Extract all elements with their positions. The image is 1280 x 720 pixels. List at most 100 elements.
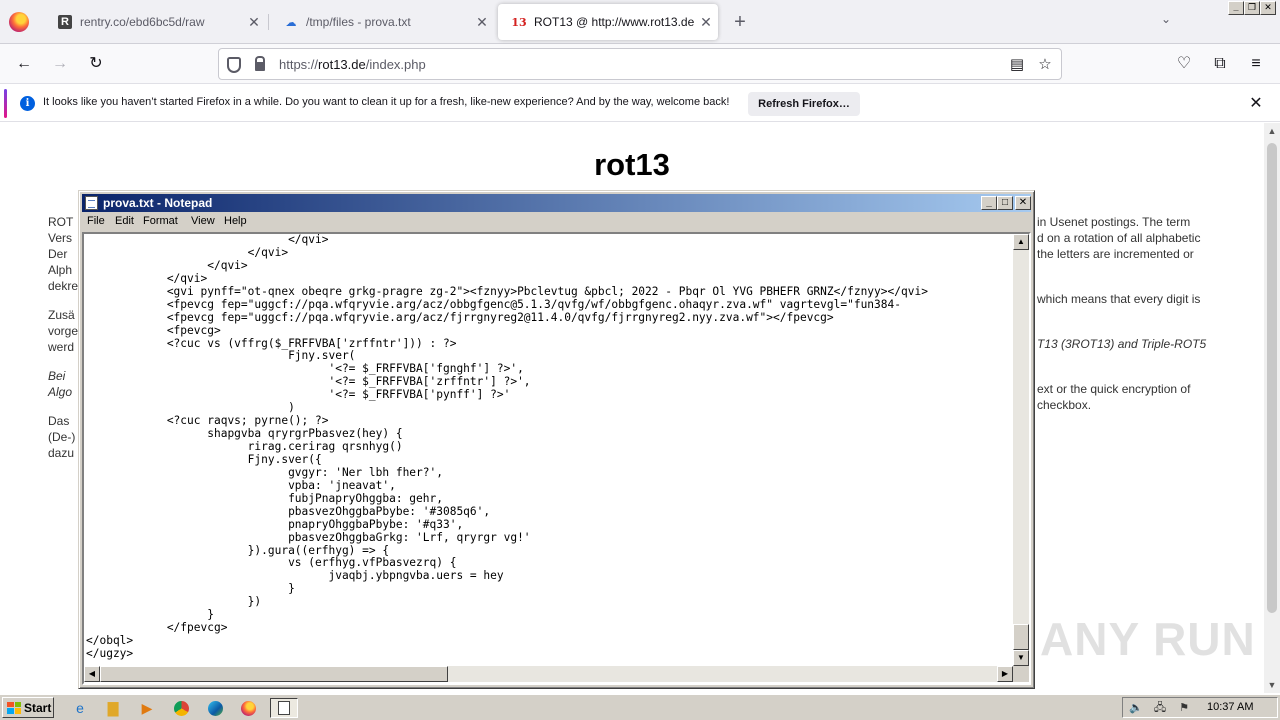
edge-icon[interactable] <box>205 698 225 718</box>
notepad-line[interactable]: <fpevcg> <box>86 324 1014 338</box>
notepad-line[interactable]: </ugzy> <box>86 647 1014 661</box>
notepad-line[interactable]: <fpevcg fep="uggcf://pqa.wfqryvie.arg/ac… <box>86 311 1014 325</box>
scroll-up-arrow-icon[interactable]: ▲ <box>1013 234 1029 250</box>
notepad-line[interactable]: }) <box>86 595 1014 609</box>
back-arrow-icon[interactable]: ← <box>12 52 36 76</box>
url-bar[interactable]: https://rot13.de/index.php ▤ ☆ <box>218 48 1062 80</box>
hamburger-menu-icon[interactable]: ≡ <box>1244 52 1268 76</box>
body-fragment: which means that every digit is <box>1037 292 1201 306</box>
window-restore-button[interactable]: ❐ <box>1244 1 1260 15</box>
navigation-toolbar: ← → ↻ https://rot13.de/index.php ▤ ☆ ♡ ⧉… <box>0 44 1280 84</box>
firefox-icon[interactable] <box>238 698 258 718</box>
pocket-icon[interactable]: ♡ <box>1172 52 1196 76</box>
scroll-up-arrow-icon[interactable]: ▲ <box>1264 123 1280 139</box>
chrome-icon[interactable] <box>171 698 191 718</box>
page-scrollbar[interactable]: ▲ ▼ <box>1264 123 1280 693</box>
menu-help[interactable]: Help <box>224 215 247 227</box>
notepad-icon <box>85 196 98 210</box>
close-icon[interactable]: ✕ <box>1246 94 1266 114</box>
reader-view-icon[interactable]: ▤ <box>1007 55 1027 75</box>
notepad-line[interactable]: </qvi> <box>86 246 1014 260</box>
resize-grip-icon[interactable] <box>1013 666 1029 682</box>
notepad-line[interactable]: <fpevcg fep="uggcf://pqa.wfqryvie.arg/ac… <box>86 298 1014 312</box>
menu-file[interactable]: File <box>87 215 105 227</box>
notepad-line[interactable]: fubjPnapryOhggba: gehr, <box>86 492 1014 506</box>
scroll-right-arrow-icon[interactable]: ▶ <box>997 666 1013 682</box>
body-fragment: (De-) <box>48 430 76 444</box>
file-explorer-folder-icon[interactable]: ▇ <box>103 698 123 718</box>
notepad-line[interactable]: </qvi> <box>86 234 1014 247</box>
media-player-icon[interactable]: ▶ <box>137 698 157 718</box>
notepad-line[interactable]: rirag.cerirag qrsnhyg() <box>86 440 1014 454</box>
reload-icon[interactable]: ↻ <box>84 52 108 76</box>
clock[interactable]: 10:37 AM <box>1207 701 1253 713</box>
new-tab-button[interactable]: + <box>728 10 752 34</box>
body-fragment: Zusä <box>48 308 75 322</box>
menu-edit[interactable]: Edit <box>115 215 134 227</box>
notepad-line[interactable]: </fpevcg> <box>86 621 1014 635</box>
refresh-firefox-button[interactable]: Refresh Firefox… <box>748 92 860 116</box>
notepad-taskbar-button[interactable] <box>270 698 298 718</box>
notepad-vertical-scrollbar[interactable]: ▲ ▼ <box>1013 234 1029 666</box>
notepad-line[interactable]: </qvi> <box>86 259 1014 273</box>
tracking-protection-shield-icon[interactable] <box>227 57 241 73</box>
notepad-line[interactable]: pbasvezOhggbaPbybe: '#3085q6', <box>86 505 1014 519</box>
close-button[interactable]: ✕ <box>1015 196 1031 210</box>
notepad-line[interactable]: Fjny.sver({ <box>86 453 1014 467</box>
list-all-tabs-chevron-icon[interactable]: ⌄ <box>1156 12 1176 32</box>
forward-arrow-icon[interactable]: → <box>48 52 72 76</box>
notepad-horizontal-scrollbar[interactable]: ◀ ▶ <box>84 666 1013 682</box>
close-tab-icon[interactable]: ✕ <box>694 14 718 31</box>
extensions-puzzle-icon[interactable]: ⧉ <box>1208 52 1232 76</box>
lock-icon[interactable] <box>255 56 265 71</box>
scroll-down-arrow-icon[interactable]: ▼ <box>1013 650 1029 666</box>
firefox-logo-icon[interactable] <box>9 12 29 32</box>
menu-format[interactable]: Format <box>143 215 178 227</box>
anyrun-watermark: ANY RUN <box>1040 613 1256 665</box>
notepad-text[interactable]: </qvi> </qvi> </qvi> </qvi> <gvi pynff="… <box>86 234 1014 666</box>
tab-strip: R rentry.co/ebd6bc5d/raw ✕ ☁ /tmp/files … <box>0 0 1280 44</box>
vertical-scroll-thumb[interactable] <box>1013 624 1029 650</box>
minimize-button[interactable]: _ <box>981 196 997 210</box>
notepad-line[interactable]: <gvi pynff="ot-qnex obeqre grkg-pragre z… <box>86 285 1014 299</box>
window-minimize-button[interactable]: _ <box>1228 1 1244 15</box>
volume-icon[interactable]: 🔈 <box>1129 701 1143 715</box>
close-tab-icon[interactable]: ✕ <box>242 14 266 31</box>
notepad-line[interactable]: </obql> <box>86 634 1014 648</box>
notepad-line[interactable]: pbasvezOhggbaGrkg: 'Lrf, qryrgr vg!' <box>86 531 1014 545</box>
notepad-line[interactable]: gvgyr: 'Ner lbh fher?', <box>86 466 1014 480</box>
scrollbar-thumb[interactable] <box>1267 143 1277 613</box>
notepad-title-bar[interactable]: prova.txt - Notepad _ □ ✕ <box>82 194 1031 212</box>
tab-prova-files[interactable]: ☁ /tmp/files - prova.txt ✕ <box>270 4 494 40</box>
scroll-down-arrow-icon[interactable]: ▼ <box>1264 677 1280 693</box>
body-fragment: Der <box>48 247 68 261</box>
body-fragment: werd <box>48 340 75 354</box>
notepad-window[interactable]: prova.txt - Notepad _ □ ✕ File Edit Form… <box>78 190 1035 689</box>
page-title: rot13 <box>594 147 670 182</box>
maximize-button[interactable]: □ <box>997 196 1013 210</box>
bookmark-star-icon[interactable]: ☆ <box>1035 55 1055 75</box>
menu-view[interactable]: View <box>191 215 215 227</box>
horizontal-scroll-thumb[interactable] <box>100 666 448 682</box>
body-fragment: ext or the quick encryption of <box>1037 382 1191 396</box>
notepad-line[interactable]: vpba: 'jneavat', <box>86 479 1014 493</box>
url-text[interactable]: https://rot13.de/index.php <box>279 57 426 72</box>
rot13-favicon-icon: 13 <box>511 15 527 29</box>
close-tab-icon[interactable]: ✕ <box>470 14 494 31</box>
tab-rot13[interactable]: 13 ROT13 @ http://www.rot13.de/ ✕ <box>498 4 718 40</box>
network-icon[interactable]: 🖧 <box>1153 701 1167 715</box>
tab-title: /tmp/files - prova.txt <box>306 15 411 29</box>
body-fragment: vorge <box>48 324 79 338</box>
tab-rentry[interactable]: R rentry.co/ebd6bc5d/raw ✕ <box>44 4 266 40</box>
window-close-button[interactable]: ✕ <box>1260 1 1276 15</box>
notepad-line[interactable]: pnapryOhggbaPbybe: '#q33', <box>86 518 1014 532</box>
notepad-line[interactable]: </qvi> <box>86 272 1014 286</box>
internet-explorer-icon[interactable]: e <box>70 698 90 718</box>
notepad-title: prova.txt - Notepad <box>103 196 213 210</box>
notepad-text-area[interactable]: </qvi> </qvi> </qvi> </qvi> <gvi pynff="… <box>82 232 1031 685</box>
start-button[interactable]: Start <box>2 697 54 718</box>
body-fragment: dekre <box>48 279 79 293</box>
windows-flag-icon <box>7 701 21 714</box>
action-center-flag-icon[interactable]: ⚑ <box>1177 701 1191 715</box>
scroll-left-arrow-icon[interactable]: ◀ <box>84 666 100 682</box>
